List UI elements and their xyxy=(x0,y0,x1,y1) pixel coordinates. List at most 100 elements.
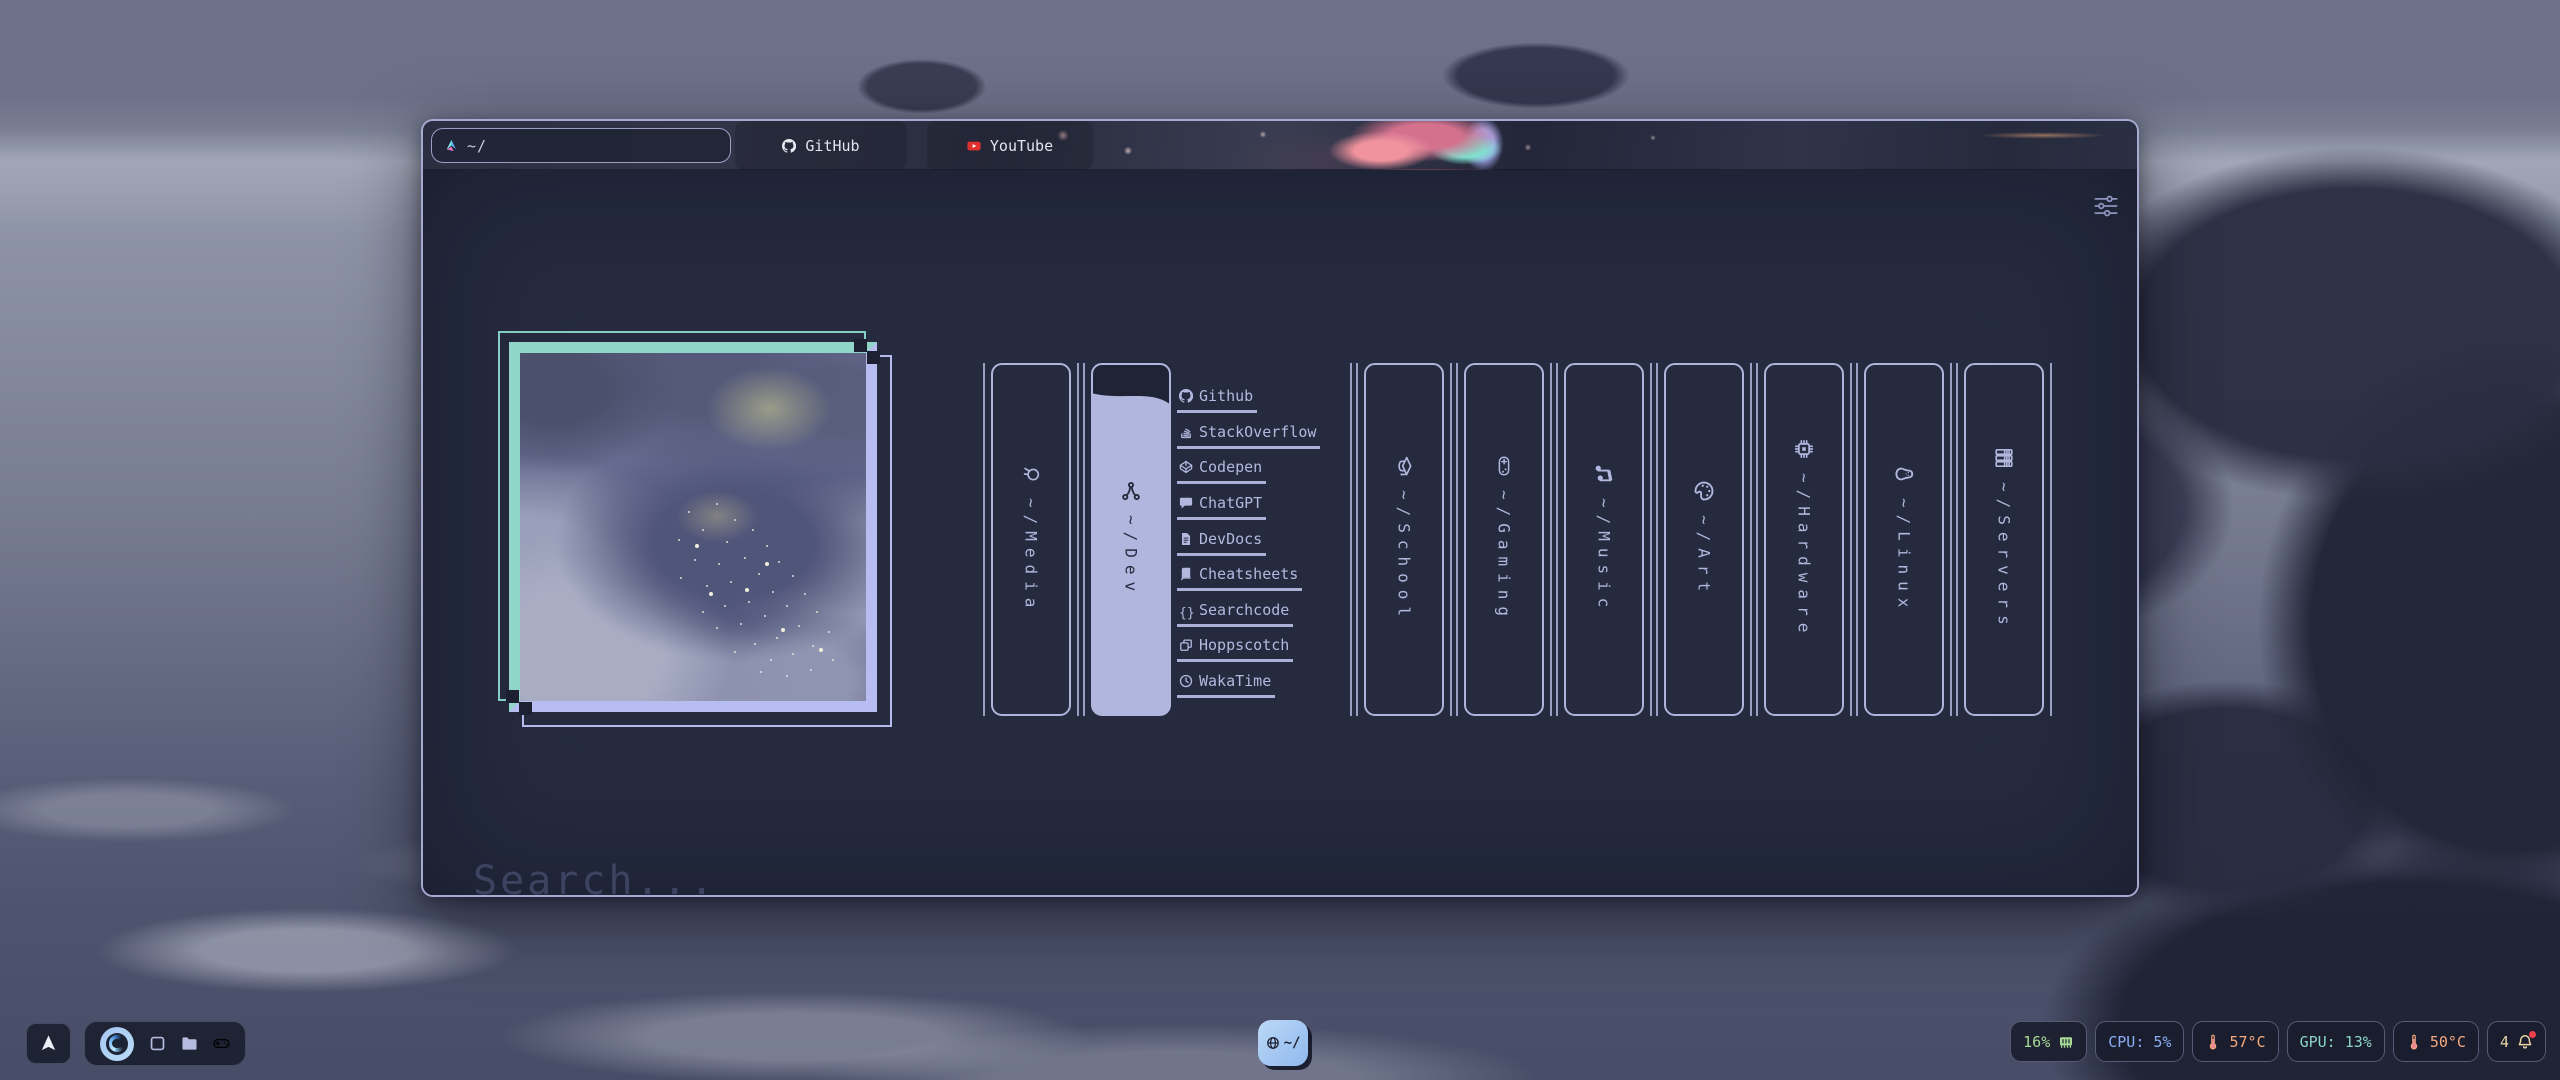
active-app-label: ~/ xyxy=(1284,1035,1301,1051)
spine-music[interactable]: ~/Music xyxy=(1564,363,1644,716)
spine-hardware[interactable]: ~/Hardware xyxy=(1764,363,1844,716)
git-branch-icon xyxy=(1121,481,1141,501)
shelf-slot: ~/Linux xyxy=(1856,363,1952,716)
cover-cloud-art xyxy=(520,353,866,701)
spine-school[interactable]: ~/School xyxy=(1364,363,1444,716)
document-icon xyxy=(1179,532,1193,546)
dev-link-hoppscotch[interactable]: Hoppscotch xyxy=(1177,636,1293,662)
sliders-icon[interactable] xyxy=(2093,193,2119,219)
chat-bubble-icon xyxy=(1179,496,1193,510)
shelf-slot: ~/Music xyxy=(1556,363,1652,716)
dock xyxy=(84,1021,246,1066)
folder-icon xyxy=(181,1035,198,1052)
shelf-divider xyxy=(1650,363,1652,716)
corner-handle xyxy=(854,339,867,352)
firefox-icon xyxy=(106,1033,128,1055)
github-icon xyxy=(1179,389,1193,403)
dev-link-stackoverflow[interactable]: StackOverflow xyxy=(1177,423,1320,449)
dock-item-firefox[interactable] xyxy=(100,1027,134,1061)
startpage-content: ~/Media ~/Dev Github xyxy=(423,170,2137,895)
youtube-icon xyxy=(967,139,981,153)
ram-icon xyxy=(2058,1034,2074,1050)
tab-youtube[interactable]: YouTube xyxy=(927,121,1093,170)
copy-icon xyxy=(1179,638,1193,652)
shelf-divider xyxy=(1350,363,1352,716)
active-app-chip[interactable]: ~/ xyxy=(1258,1020,1308,1066)
media-cover-art[interactable] xyxy=(509,342,877,712)
arch-arrow-icon xyxy=(39,1034,58,1053)
shelf-slot: ~/Gaming xyxy=(1456,363,1552,716)
thermometer-icon xyxy=(2406,1034,2422,1050)
dev-link-wakatime[interactable]: WakaTime xyxy=(1177,672,1275,698)
gpu-widget: GPU: 13% xyxy=(2287,1021,2385,1062)
media-icon xyxy=(1021,464,1041,484)
window-icon xyxy=(149,1035,166,1052)
palette-icon xyxy=(1694,481,1714,501)
dock-item-games[interactable] xyxy=(213,1035,230,1052)
browser-window: ~/ GitHub YouTube xyxy=(421,119,2139,897)
zen-logo-icon xyxy=(444,139,458,153)
dev-links-panel: Github StackOverflow Codepen ChatGPT xyxy=(1171,363,1344,716)
shelf-divider xyxy=(1656,363,1658,716)
shelf-slot: ~/Art xyxy=(1656,363,1752,716)
corner-handle xyxy=(506,690,519,703)
codepen-icon xyxy=(1179,460,1193,474)
memory-widget: 16% xyxy=(2010,1021,2087,1062)
shelf-divider xyxy=(1550,363,1552,716)
gpu-temp-widget: 50°C xyxy=(2393,1021,2479,1062)
search-section xyxy=(471,858,2057,897)
notification-dot xyxy=(2529,1031,2536,1038)
thermometer-icon xyxy=(2205,1034,2221,1050)
tab-github[interactable]: GitHub xyxy=(735,121,907,170)
tab-label: YouTube xyxy=(990,137,1053,155)
window-titlebar[interactable]: ~/ GitHub YouTube xyxy=(423,121,2137,170)
shelf-divider xyxy=(1950,363,1952,716)
address-url: ~/ xyxy=(467,137,487,155)
shelf-slot-open: ~/Dev Github StackOverflow Codepen xyxy=(1083,363,1352,716)
stars-decoration xyxy=(520,353,522,355)
shelf-divider xyxy=(1356,363,1358,716)
system-stats: 16% CPU: 5% 57°C GPU: 13% 50°C 4 xyxy=(2010,1021,2546,1062)
dev-link-github[interactable]: Github xyxy=(1177,387,1257,413)
dock-item-window[interactable] xyxy=(149,1035,166,1052)
dev-link-cheatsheets[interactable]: Cheatsheets xyxy=(1177,565,1302,591)
notifications-widget[interactable]: 4 xyxy=(2487,1021,2546,1062)
spine-dev[interactable]: ~/Dev xyxy=(1091,363,1171,716)
shelf-divider xyxy=(2050,363,2052,716)
shelf-slot: ~/Hardware xyxy=(1756,363,1852,716)
shelf-divider xyxy=(1756,363,1758,716)
server-rack-icon xyxy=(1994,448,2014,468)
cpu-widget: CPU: 5% xyxy=(2095,1021,2184,1062)
search-input[interactable] xyxy=(471,858,2057,897)
spine-servers[interactable]: ~/Servers xyxy=(1964,363,2044,716)
braces-icon: {} xyxy=(1179,603,1193,617)
launcher-button[interactable] xyxy=(26,1023,71,1064)
dev-link-searchcode[interactable]: {} Searchcode xyxy=(1177,601,1293,627)
shelf-divider xyxy=(1456,363,1458,716)
address-bar[interactable]: ~/ xyxy=(431,128,731,163)
globe-icon xyxy=(1266,1036,1280,1050)
spine-media[interactable]: ~/Media xyxy=(991,363,1071,716)
shelf-divider xyxy=(1083,363,1085,716)
gamepad-icon xyxy=(1494,456,1514,476)
cpu-temp-widget: 57°C xyxy=(2192,1021,2278,1062)
shelf-slot: ~/Media xyxy=(983,363,1079,716)
page-curl-decoration xyxy=(1091,363,1171,409)
shelf-slot: ~/School xyxy=(1356,363,1452,716)
dev-link-devdocs[interactable]: DevDocs xyxy=(1177,530,1266,556)
clock-icon xyxy=(1179,674,1193,688)
bell-icon xyxy=(2517,1034,2533,1050)
shelf-divider xyxy=(1077,363,1079,716)
shelf-divider xyxy=(983,363,985,716)
dev-link-codepen[interactable]: Codepen xyxy=(1177,458,1266,484)
stackoverflow-icon xyxy=(1179,425,1193,439)
shelf-divider xyxy=(1556,363,1558,716)
book-icon xyxy=(1179,567,1193,581)
tux-icon xyxy=(1894,464,1914,484)
dev-link-chatgpt[interactable]: ChatGPT xyxy=(1177,494,1266,520)
shelf-divider xyxy=(1750,363,1752,716)
spine-art[interactable]: ~/Art xyxy=(1664,363,1744,716)
spine-linux[interactable]: ~/Linux xyxy=(1864,363,1944,716)
spine-gaming[interactable]: ~/Gaming xyxy=(1464,363,1544,716)
dock-item-files[interactable] xyxy=(181,1035,198,1052)
